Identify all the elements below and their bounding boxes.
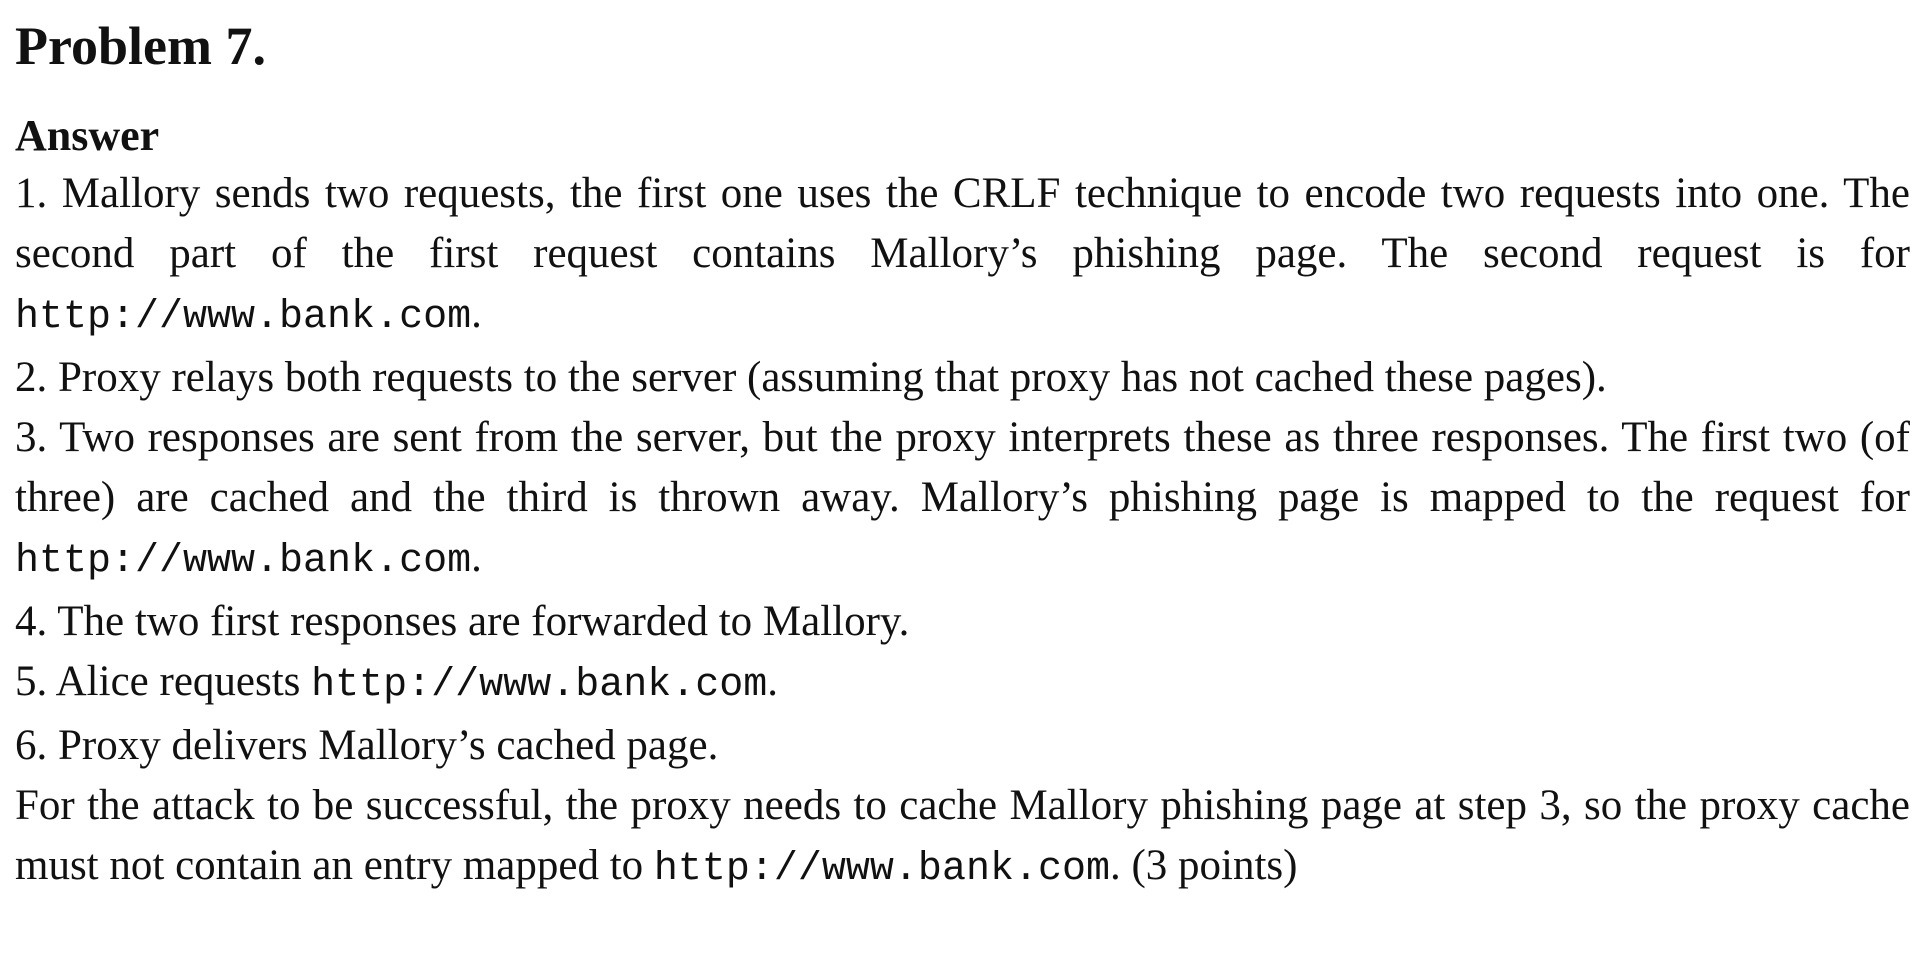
answer-step-4: 4. The two first responses are forwarded… (15, 598, 910, 645)
bank-url: http://www.bank.com (653, 847, 1110, 892)
answer-body: 1. Mallory sends two requests, the first… (15, 164, 1910, 900)
bank-url: http://www.bank.com (311, 663, 768, 708)
step-3-end: . (471, 534, 482, 581)
problem-title: Problem 7. (15, 16, 266, 76)
answer-conclusion: For the attack to be successful, the pro… (15, 776, 1910, 900)
answer-step-2: 2. Proxy relays both requests to the ser… (15, 354, 1607, 401)
answer-step-5: 5. Alice requests http://www.bank.com. (15, 652, 1910, 716)
step-3-text: 3. Two responses are sent from the serve… (15, 414, 1910, 521)
answer-step-1: 1. Mallory sends two requests, the first… (15, 164, 1910, 348)
step-1-end: . (471, 290, 482, 337)
document-page: Problem 7. Answer 1. Mallory sends two r… (15, 14, 1910, 900)
step-5-end: . (767, 658, 778, 705)
answer-step-3: 3. Two responses are sent from the serve… (15, 408, 1910, 592)
answer-heading: Answer (15, 111, 160, 160)
bank-url: http://www.bank.com (15, 295, 472, 340)
step-5-text: 5. Alice requests (15, 658, 312, 705)
step-1-text: 1. Mallory sends two requests, the first… (15, 170, 1910, 277)
conclusion-end: . (3 points) (1109, 842, 1298, 889)
answer-step-6: 6. Proxy delivers Mallory’s cached page. (15, 722, 719, 769)
bank-url: http://www.bank.com (15, 539, 472, 584)
